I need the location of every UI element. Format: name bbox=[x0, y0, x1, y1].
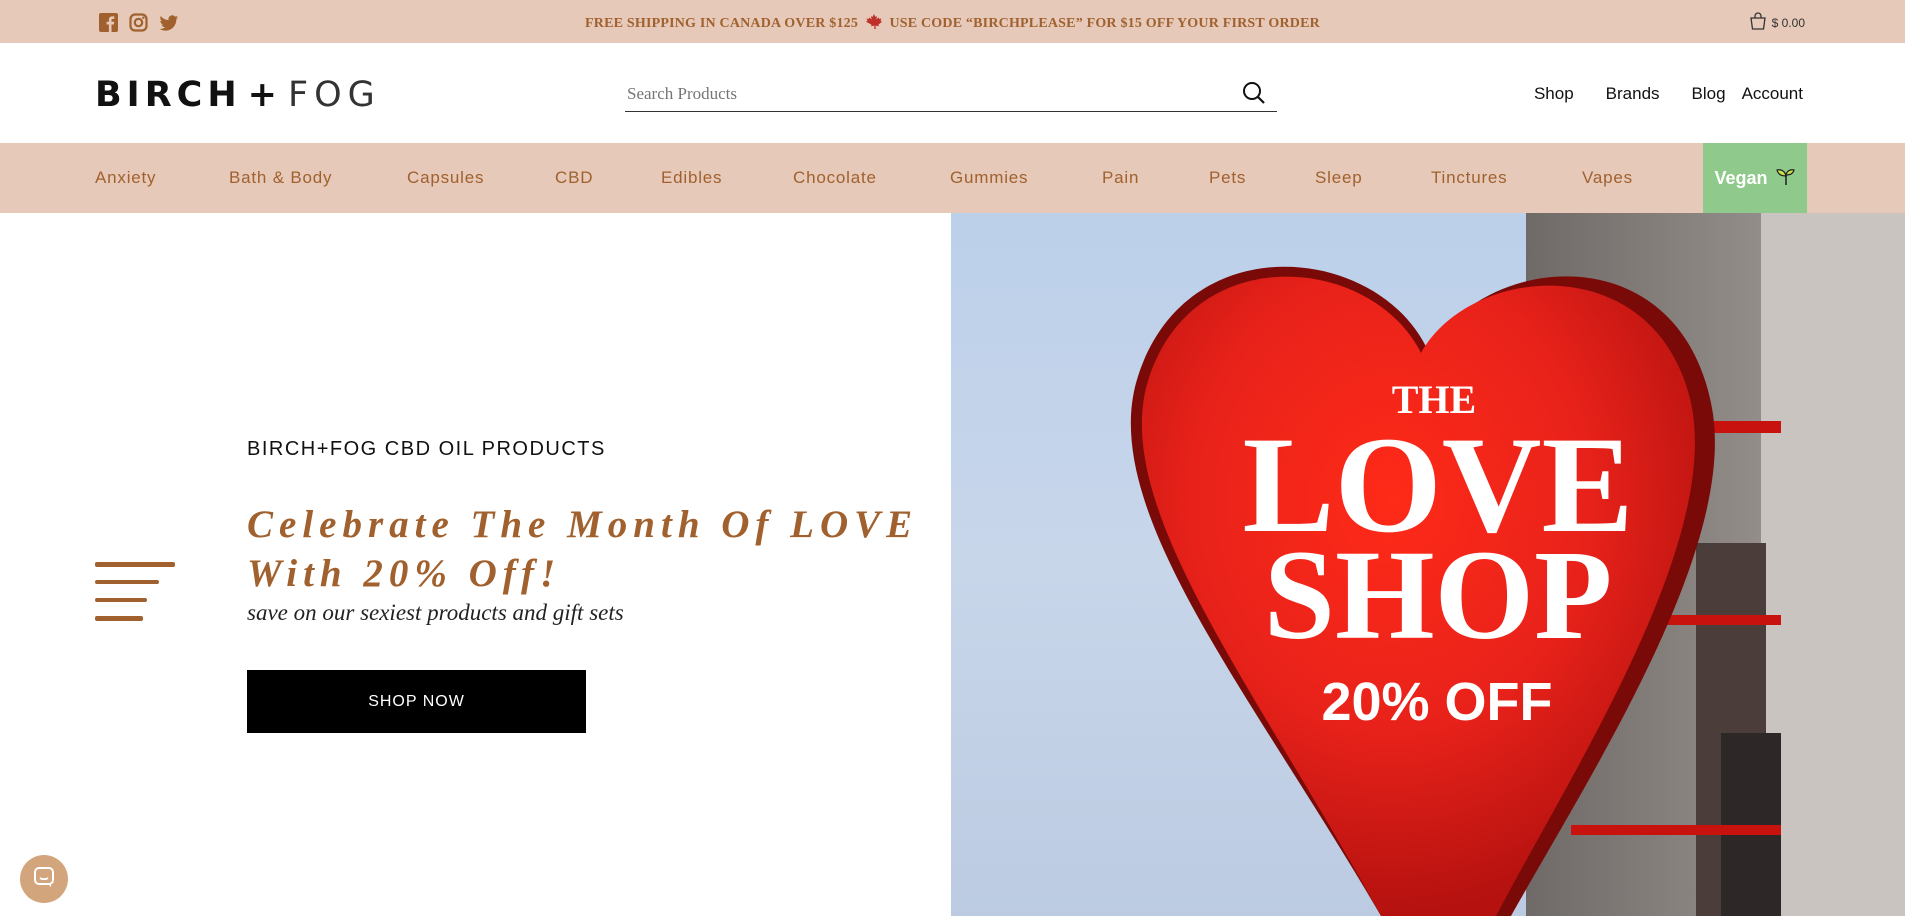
maple-leaf-icon bbox=[865, 14, 886, 31]
hero-subheadline: save on our sexiest products and gift se… bbox=[247, 600, 624, 625]
site-header: BIRCH+FOG Shop Brands Blog Account bbox=[0, 43, 1905, 143]
chat-bubble-icon bbox=[32, 865, 56, 894]
category-pets[interactable]: Pets bbox=[1209, 168, 1246, 188]
category-bar: Anxiety Bath & Body Capsules CBD Edibles… bbox=[0, 143, 1905, 213]
top-announcement-bar: FREE SHIPPING IN CANADA OVER $125 USE CO… bbox=[0, 0, 1905, 44]
hamburger-lines-icon bbox=[95, 562, 177, 627]
chat-widget-button[interactable] bbox=[20, 855, 68, 903]
promo-text-code: USE CODE “BIRCHPLEASE” FOR $15 OFF YOUR … bbox=[889, 16, 1320, 31]
category-cbd[interactable]: CBD bbox=[555, 168, 593, 188]
category-edibles[interactable]: Edibles bbox=[661, 168, 722, 188]
nav-blog[interactable]: Blog bbox=[1692, 84, 1726, 104]
category-capsules[interactable]: Capsules bbox=[407, 168, 484, 188]
category-vegan[interactable]: Vegan bbox=[1703, 143, 1807, 213]
logo-birch: BIRCH bbox=[95, 75, 242, 115]
category-tinctures[interactable]: Tinctures bbox=[1431, 168, 1507, 188]
nav-account[interactable]: Account bbox=[1742, 84, 1803, 104]
hero-headline-line1: Celebrate The Month Of LOVE bbox=[247, 503, 919, 546]
category-gummies[interactable]: Gummies bbox=[950, 168, 1028, 188]
search-bar bbox=[625, 80, 1277, 112]
hero-headline-line2: With 20% Off! bbox=[247, 552, 562, 595]
cart-link[interactable]: $ 0.00 bbox=[1748, 12, 1805, 33]
category-vapes[interactable]: Vapes bbox=[1582, 168, 1633, 188]
promo-message: FREE SHIPPING IN CANADA OVER $125 USE CO… bbox=[0, 14, 1905, 32]
cart-amount: $ 0.00 bbox=[1771, 15, 1805, 30]
promo-text-shipping: FREE SHIPPING IN CANADA OVER $125 bbox=[585, 16, 859, 31]
vegan-label: Vegan bbox=[1714, 167, 1768, 188]
logo-fog: FOG bbox=[287, 75, 381, 115]
category-anxiety[interactable]: Anxiety bbox=[95, 168, 156, 188]
category-sleep[interactable]: Sleep bbox=[1315, 168, 1362, 188]
shop-now-button[interactable]: SHOP NOW bbox=[247, 670, 586, 733]
nav-brands[interactable]: Brands bbox=[1606, 84, 1660, 104]
logo-plus: + bbox=[247, 75, 282, 115]
search-input[interactable] bbox=[625, 80, 1219, 108]
category-chocolate[interactable]: Chocolate bbox=[793, 168, 877, 188]
hero-headline: Celebrate The Month Of LOVE With 20% Off… bbox=[247, 500, 947, 598]
category-pain[interactable]: Pain bbox=[1102, 168, 1139, 188]
search-icon[interactable] bbox=[1241, 80, 1267, 111]
site-logo[interactable]: BIRCH + FOG bbox=[95, 75, 381, 115]
image-text-shop: SHOP bbox=[1264, 524, 1613, 666]
shopping-bag-icon bbox=[1748, 12, 1768, 33]
nav-shop[interactable]: Shop bbox=[1534, 84, 1574, 104]
category-bath-body[interactable]: Bath & Body bbox=[229, 168, 332, 188]
image-text-discount: 20% OFF bbox=[1321, 672, 1552, 732]
sprout-icon bbox=[1775, 166, 1796, 191]
hero-image: THE LOVE SHOP 20% OFF bbox=[951, 213, 1905, 916]
hero-eyebrow: BIRCH+FOG CBD OIL PRODUCTS bbox=[247, 438, 606, 460]
main-navigation: Shop Brands Blog Account bbox=[1502, 84, 1803, 104]
